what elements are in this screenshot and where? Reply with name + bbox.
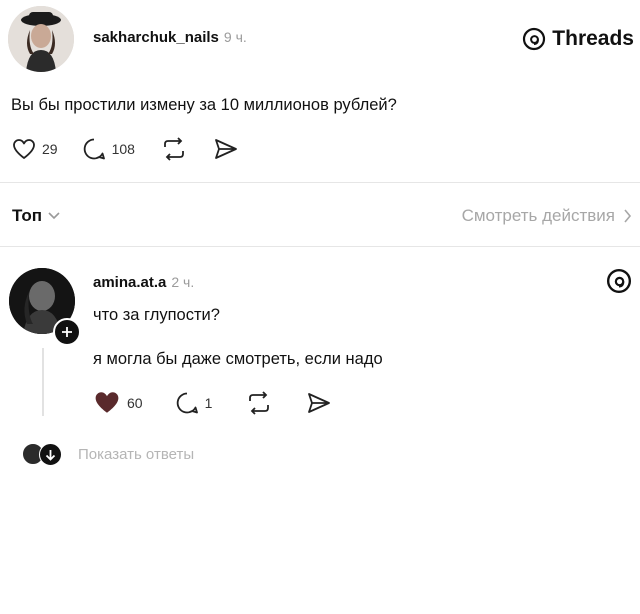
repost-icon [244,390,274,415]
chevron-down-icon [48,211,60,221]
threads-logo-icon[interactable] [606,268,632,299]
reply-time: 2 ч. [171,274,195,290]
post-like-count: 29 [42,141,58,157]
thread-line [42,348,44,416]
send-icon [306,391,332,415]
sort-label: Топ [12,206,42,225]
post-time: 9 ч. [223,29,247,45]
threads-brand-name: Threads [552,27,634,50]
repost-icon [159,137,189,161]
threads-brand[interactable]: Threads [522,27,634,51]
reply-like-button[interactable]: 60 [93,390,143,415]
plus-icon [61,326,73,338]
arrow-down-circle-icon [39,443,62,466]
follow-plus-button[interactable] [53,318,81,346]
reply-reply-count: 1 [204,394,213,411]
divider [0,182,640,183]
view-activity-link[interactable]: Смотреть действия [462,206,632,226]
heart-icon [12,138,36,160]
chevron-right-icon [623,209,632,223]
post-share-button[interactable] [213,137,239,161]
show-replies-row[interactable]: Показать ответы [22,443,195,466]
post-header: sakharchuk_nails 9 ч. [93,29,247,46]
reply-share-button[interactable] [306,391,332,415]
heart-filled-icon [93,390,121,415]
reply-repost-button[interactable] [244,390,274,415]
show-replies-label: Показать ответы [78,445,195,463]
post-like-button[interactable]: 29 [12,138,58,160]
reply-text-line: что за глупости? [93,306,220,324]
reply-actions: 60 1 [93,390,332,415]
reply-reply-button[interactable]: 1 [175,391,213,415]
reply-header: amina.at.a 2 ч. [93,274,194,291]
comment-icon [82,137,106,161]
post-repost-button[interactable] [159,137,189,161]
divider [0,246,640,247]
reply-like-count: 60 [127,394,143,411]
post-actions: 29 108 [12,137,239,161]
send-icon [213,137,239,161]
post-reply-button[interactable]: 108 [82,137,135,161]
post-text: Вы бы простили измену за 10 миллионов ру… [11,96,397,114]
view-activity-label: Смотреть действия [461,206,615,225]
post-reply-count: 108 [111,141,135,157]
comment-icon [175,391,199,415]
sort-dropdown[interactable]: Топ [12,206,60,226]
post-username[interactable]: sakharchuk_nails [93,29,219,46]
reply-username[interactable]: amina.at.a [93,274,166,291]
threads-logo-icon [522,27,546,51]
post-author-avatar[interactable] [8,6,74,72]
reply-text-line: я могла бы даже смотреть, если надо [93,350,383,368]
replier-avatars [22,443,66,466]
avatar-photo [8,6,74,72]
